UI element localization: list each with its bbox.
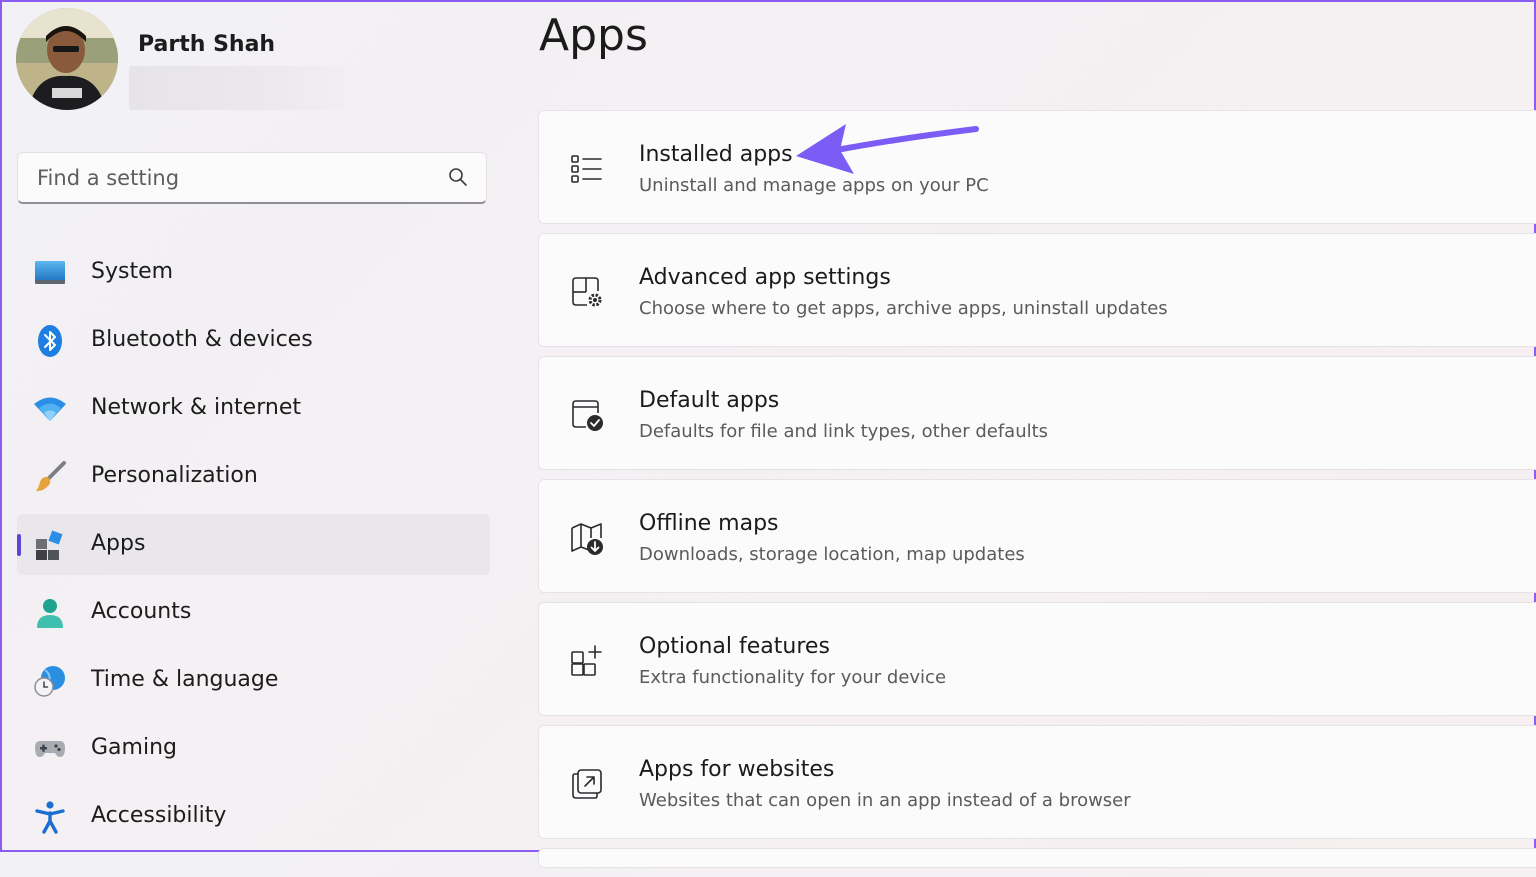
sidebar-item-accessibility[interactable]: Accessibility	[17, 786, 490, 847]
search-box[interactable]	[17, 152, 487, 204]
card-title: Offline maps	[639, 511, 779, 536]
user-name: Parth Shah	[138, 32, 276, 57]
sidebar-item-label: Bluetooth & devices	[91, 327, 313, 352]
brush-icon	[36, 461, 66, 492]
avatar-photo	[16, 8, 118, 110]
avatar[interactable]	[16, 8, 118, 110]
sidebar-item-gaming[interactable]: Gaming	[17, 718, 490, 779]
sidebar-item-label: Time & language	[91, 667, 279, 692]
sidebar-item-label: Apps	[91, 531, 146, 556]
sidebar-item-accounts[interactable]: Accounts	[17, 582, 490, 643]
monitor-icon	[35, 261, 65, 284]
list-icon	[571, 155, 602, 183]
card-title: Apps for websites	[639, 757, 835, 782]
card-description: Choose where to get apps, archive apps, …	[639, 298, 1168, 319]
sidebar-item-network-internet[interactable]: Network & internet	[17, 378, 490, 439]
sidebar-item-label: Accessibility	[91, 803, 227, 828]
card-next-partial	[538, 848, 1536, 868]
annotation-arrow-icon	[796, 124, 979, 174]
card-title: Optional features	[639, 634, 830, 659]
card-description: Extra functionality for your device	[639, 667, 947, 688]
sidebar-item-label: Gaming	[91, 735, 177, 760]
card-default-apps[interactable]: Default apps Defaults for file and link …	[538, 356, 1536, 470]
sidebar-item-label: Network & internet	[91, 395, 301, 420]
sidebar-item-time-language[interactable]: Time & language	[17, 650, 490, 711]
user-email-redacted	[129, 66, 369, 110]
map-download-icon	[571, 523, 603, 555]
open-in-app-icon	[572, 769, 602, 799]
card-optional-features[interactable]: Optional features Extra functionality fo…	[538, 602, 1536, 716]
card-description: Downloads, storage location, map updates	[639, 544, 1025, 565]
card-description: Websites that can open in an app instead…	[639, 790, 1131, 811]
person-icon	[37, 599, 63, 628]
search-icon[interactable]	[448, 167, 468, 187]
settings-card-list: Installed apps Uninstall and manage apps…	[538, 110, 1536, 877]
card-title: Default apps	[639, 388, 780, 413]
app-settings-icon	[572, 277, 602, 307]
sidebar-item-label: Personalization	[91, 463, 258, 488]
globe-clock-icon	[34, 666, 65, 697]
sidebar-item-label: Accounts	[91, 599, 192, 624]
sidebar-item-bluetooth-devices[interactable]: Bluetooth & devices	[17, 310, 490, 371]
sidebar-nav: System Bluetooth & devices Network & int…	[17, 242, 490, 854]
card-advanced-app-settings[interactable]: Advanced app settings Choose where to ge…	[538, 233, 1536, 347]
grid-add-icon	[571, 645, 602, 676]
bluetooth-icon	[38, 325, 62, 357]
card-description: Defaults for file and link types, other …	[639, 421, 1049, 442]
accessibility-icon	[35, 801, 65, 834]
wifi-icon	[34, 397, 66, 421]
sidebar-item-apps[interactable]: Apps	[17, 514, 490, 575]
default-apps-icon	[572, 400, 603, 431]
card-apps-for-websites[interactable]: Apps for websites Websites that can open…	[538, 725, 1536, 839]
sidebar-item-personalization[interactable]: Personalization	[17, 446, 490, 507]
gamepad-icon	[35, 741, 65, 757]
card-title: Advanced app settings	[639, 265, 891, 290]
sidebar-item-system[interactable]: System	[17, 242, 490, 303]
apps-icon	[36, 530, 63, 560]
card-offline-maps[interactable]: Offline maps Downloads, storage location…	[538, 479, 1536, 593]
card-title: Installed apps	[639, 142, 793, 167]
search-input[interactable]	[35, 153, 439, 203]
sidebar: Parth Shah System Bluetooth & devices	[2, 2, 512, 854]
sidebar-item-label: System	[91, 259, 174, 284]
card-installed-apps[interactable]: Installed apps Uninstall and manage apps…	[538, 110, 1536, 224]
page-title: Apps	[539, 10, 648, 61]
